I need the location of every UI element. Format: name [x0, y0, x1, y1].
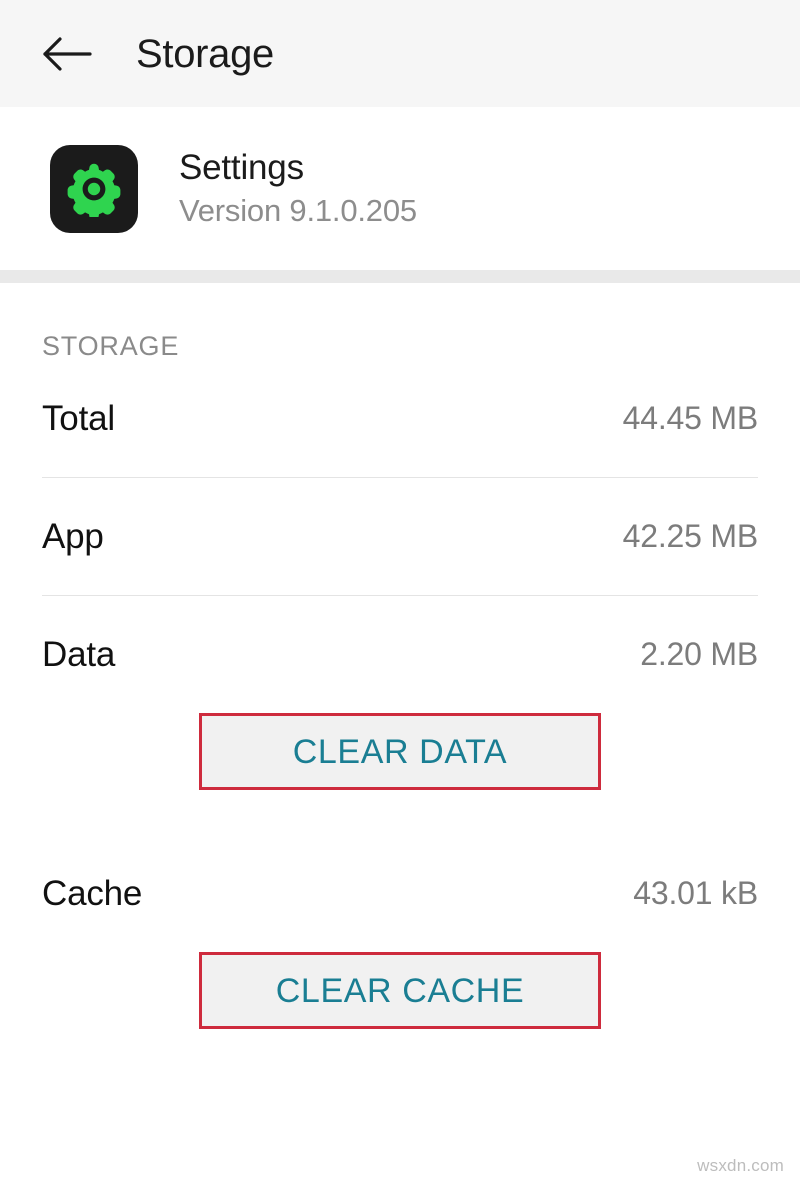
clear-cache-button-wrap: CLEAR CACHE: [0, 952, 800, 1029]
section-separator-band: [0, 270, 800, 283]
app-bar: Storage: [0, 0, 800, 107]
row-label-cache: Cache: [42, 873, 143, 913]
row-value-app: 42.25 MB: [622, 518, 759, 554]
app-info-header: Settings Version 9.1.0.205: [0, 107, 800, 270]
section-header-storage: STORAGE: [42, 331, 180, 361]
app-icon: [50, 144, 138, 233]
back-button[interactable]: [32, 18, 104, 90]
arrow-left-icon: [43, 35, 93, 73]
row-value-data: 2.20 MB: [640, 636, 758, 672]
app-version: Version 9.1.0.205: [179, 193, 417, 229]
table-row[interactable]: Total 44.45 MB: [0, 360, 800, 477]
table-row[interactable]: App 42.25 MB: [0, 478, 800, 595]
clear-cache-button[interactable]: CLEAR CACHE: [199, 952, 601, 1029]
clear-cache-button-label: CLEAR CACHE: [275, 971, 525, 1010]
row-value-total: 44.45 MB: [622, 400, 759, 436]
page-title: Storage: [136, 31, 274, 76]
watermark: wsxdn.com: [697, 1156, 784, 1175]
row-value-cache: 43.01 kB: [633, 875, 758, 911]
clear-data-button-label: CLEAR DATA: [292, 732, 508, 771]
row-label-data: Data: [42, 634, 116, 674]
row-label-total: Total: [42, 398, 115, 438]
gear-icon: [66, 161, 122, 217]
app-name: Settings: [179, 147, 304, 187]
app-meta: Settings Version 9.1.0.205: [179, 147, 417, 230]
table-row[interactable]: Data 2.20 MB: [0, 596, 800, 713]
clear-data-button[interactable]: CLEAR DATA: [199, 713, 601, 790]
storage-section: STORAGE Total 44.45 MB App 42.25 MB Data…: [0, 283, 800, 1029]
clear-data-button-wrap: CLEAR DATA: [0, 713, 800, 790]
table-row[interactable]: Cache 43.01 kB: [0, 835, 800, 952]
row-label-app: App: [42, 516, 104, 556]
